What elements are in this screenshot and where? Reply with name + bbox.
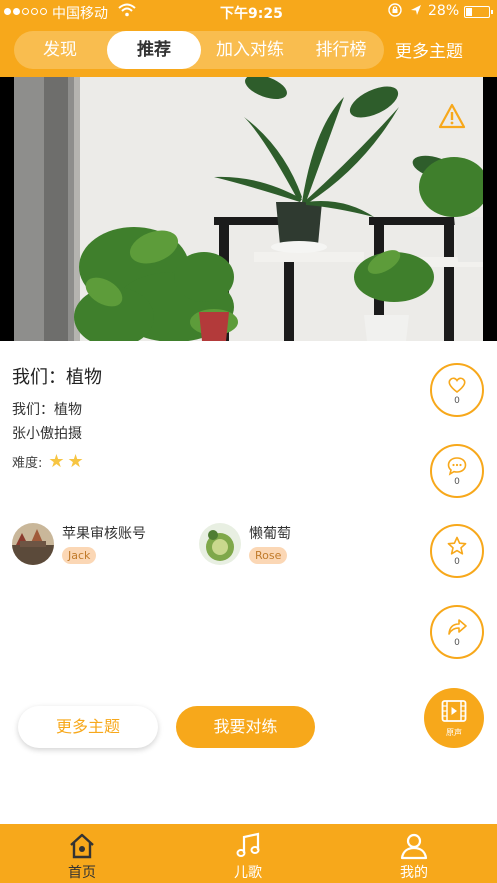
wifi-icon xyxy=(118,3,136,21)
more-topics-button[interactable]: 更多主题 xyxy=(18,706,158,748)
star-icon: ★ xyxy=(67,450,84,472)
battery-icon xyxy=(464,6,493,18)
tab-recommend[interactable]: 推荐 xyxy=(107,31,201,69)
participant-name: 苹果审核账号 xyxy=(62,526,146,542)
original-audio-label: 原声 xyxy=(446,728,462,737)
video-player[interactable] xyxy=(0,77,497,341)
tab-label: 排行榜 xyxy=(315,40,367,60)
difficulty-rating: 难度: ★ ★ xyxy=(12,452,84,471)
top-tab-bar: 发现 推荐 加入对练 排行榜 xyxy=(14,31,384,69)
star-icon: ★ xyxy=(48,450,65,472)
app-header: 中国移动 下午9:25 28% 发现 推荐 加入对练 排行榜 更多主题 xyxy=(0,0,497,77)
tabbar-item-songs[interactable]: 儿歌 xyxy=(208,824,288,883)
like-count: 0 xyxy=(454,396,460,406)
tab-label: 发现 xyxy=(43,40,77,60)
location-arrow-icon xyxy=(410,3,422,21)
clock: 下午9:25 xyxy=(220,6,283,22)
participant-tag: Rose xyxy=(249,547,288,564)
avatar xyxy=(12,523,54,565)
comment-icon xyxy=(447,457,467,476)
tab-discover[interactable]: 发现 xyxy=(14,31,106,69)
film-icon xyxy=(441,700,467,722)
tabbar-item-home[interactable]: 首页 xyxy=(42,824,122,883)
topic-subtitle: 我们：植物 xyxy=(12,402,82,418)
plant-photo xyxy=(14,77,483,341)
status-bar: 中国移动 下午9:25 28% xyxy=(0,0,497,24)
carrier-label: 中国移动 xyxy=(52,6,108,22)
avatar xyxy=(199,523,241,565)
share-count: 0 xyxy=(454,638,460,648)
tab-label: 加入对练 xyxy=(216,40,284,60)
favorite-count: 0 xyxy=(454,557,460,567)
participant-tag: Jack xyxy=(62,547,97,564)
tabbar-item-profile[interactable]: 我的 xyxy=(374,824,454,883)
tab-join-practice[interactable]: 加入对练 xyxy=(204,31,296,69)
comment-count: 0 xyxy=(454,477,460,487)
profile-icon xyxy=(400,833,428,860)
favorite-button[interactable]: 0 xyxy=(430,524,484,578)
orientation-lock-icon xyxy=(388,3,402,21)
battery-percentage: 28% xyxy=(428,3,460,19)
report-warning-icon[interactable] xyxy=(438,103,466,133)
participant-rose[interactable]: 懒葡萄 Rose xyxy=(199,523,349,569)
photographer-credit: 张小傲拍摄 xyxy=(12,426,82,442)
share-button[interactable]: 0 xyxy=(430,605,484,659)
like-button[interactable]: 0 xyxy=(430,363,484,417)
practice-button[interactable]: 我要对练 xyxy=(176,706,315,748)
comment-button[interactable]: 0 xyxy=(430,444,484,498)
original-audio-button[interactable]: 原声 xyxy=(424,688,484,748)
tab-leaderboard[interactable]: 排行榜 xyxy=(300,31,382,69)
bottom-tab-bar: 首页 儿歌 我的 xyxy=(0,824,497,883)
star-icon xyxy=(447,536,467,555)
tabbar-label: 儿歌 xyxy=(234,865,262,881)
topic-title: 我们：植物 xyxy=(12,367,102,388)
tabbar-label: 我的 xyxy=(400,865,428,881)
share-arrow-icon xyxy=(448,619,467,635)
music-icon xyxy=(236,832,260,857)
participant-name: 懒葡萄 xyxy=(249,526,291,542)
difficulty-label: 难度: xyxy=(12,456,43,471)
participant-jack[interactable]: 苹果审核账号 Jack xyxy=(12,523,182,569)
tab-label: 推荐 xyxy=(137,40,171,60)
heart-icon xyxy=(448,377,466,394)
more-topics-link[interactable]: 更多主题 xyxy=(395,37,463,62)
signal-strength-icon xyxy=(4,8,47,15)
home-icon xyxy=(70,833,94,859)
tabbar-label: 首页 xyxy=(68,865,96,881)
